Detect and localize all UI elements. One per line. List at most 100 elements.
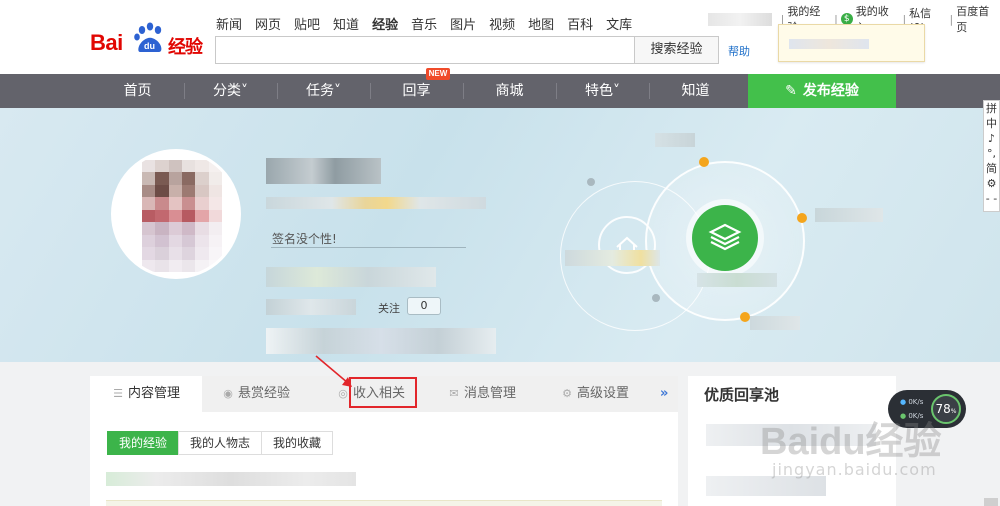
download-speed: ● 0K/s xyxy=(900,412,924,420)
nav-home[interactable]: 首页 xyxy=(91,74,184,108)
separator: | xyxy=(949,12,954,26)
topnav-jingyan[interactable]: 经验 xyxy=(372,14,398,33)
ime-simplified-icon[interactable]: 简 xyxy=(984,161,999,176)
quality-pool-panel: 优质回享池 xyxy=(688,376,896,506)
publish-label: 发布经验 xyxy=(802,83,859,99)
nav-mall[interactable]: 商城 xyxy=(463,74,556,108)
tab-content-management[interactable]: ☰ 内容管理 xyxy=(90,376,202,412)
baidu-home-link[interactable]: 百度首页 xyxy=(956,3,1000,35)
orbit-dot xyxy=(587,178,595,186)
content-area: ☰ 内容管理 ◉ 悬赏经验 ◎ 收入相关 ✉ 消息管理 ⚙ 高级设置 » 我的经验 我的人 xyxy=(0,362,1000,506)
baidu-jingyan-logo[interactable]: Bai du 经验 xyxy=(90,22,205,62)
scrollbar-handle[interactable] xyxy=(984,498,998,506)
pool-item-blurred xyxy=(706,476,826,496)
quality-pool-title: 优质回享池 xyxy=(704,386,780,404)
publish-experience-button[interactable]: ✎ 发布经验 xyxy=(748,74,896,108)
topnav-wenku[interactable]: 文库 xyxy=(606,14,632,33)
avatar-pixelated xyxy=(142,160,222,272)
blurred-content xyxy=(789,39,869,49)
tab-label: 高级设置 xyxy=(577,386,630,401)
signature-text[interactable]: 签名没个性! xyxy=(272,230,337,247)
orbit-dot xyxy=(740,312,750,322)
stat-blurred xyxy=(750,316,800,330)
signature-underline xyxy=(271,247,466,248)
tab-reward-experience[interactable]: ◉ 悬赏经验 xyxy=(222,376,290,412)
nav-features[interactable]: 特色˅ xyxy=(556,74,649,108)
tab-advanced-settings[interactable]: ⚙ 高级设置 xyxy=(561,376,629,412)
follow-count[interactable]: 0 xyxy=(407,297,441,315)
annotation-arrow-icon xyxy=(315,355,352,387)
search-input[interactable] xyxy=(215,36,635,64)
search-button[interactable]: 搜索经验 xyxy=(634,36,719,64)
annotation-highlight-box xyxy=(349,377,417,408)
topnav-map[interactable]: 地图 xyxy=(528,14,554,33)
topnav-baike[interactable]: 百科 xyxy=(567,14,593,33)
speed-percent-unit: % xyxy=(950,408,957,415)
stat-blurred xyxy=(815,208,883,222)
list-icon: ☰ xyxy=(113,387,123,400)
follow-label: 关注 xyxy=(378,302,400,315)
help-link[interactable]: 帮助 xyxy=(728,43,750,59)
coin-icon: ◉ xyxy=(223,387,233,400)
new-badge: NEW xyxy=(426,68,450,80)
list-item-blurred xyxy=(106,472,356,486)
upload-speed: ● 0K/s xyxy=(900,398,924,406)
download-speed-value: 0K/s xyxy=(908,412,924,420)
tabs-more-arrow-icon[interactable]: » xyxy=(660,386,668,401)
stats-blurred xyxy=(266,299,356,315)
pen-icon: ✎ xyxy=(785,83,797,99)
ime-punct-icon[interactable]: °, xyxy=(984,146,999,161)
username-blurred xyxy=(266,158,381,184)
stat-blurred xyxy=(565,250,660,266)
orbit-dot xyxy=(797,213,807,223)
logo-text-jingyan: 经验 xyxy=(168,37,203,58)
topnav-zhidao[interactable]: 知道 xyxy=(333,14,359,33)
list-row xyxy=(106,500,662,506)
top-nav: 新闻 网页 贴吧 知道 经验 音乐 图片 视频 地图 百科 文库 xyxy=(216,14,645,33)
gear-icon: ⚙ xyxy=(562,387,572,400)
topnav-music[interactable]: 音乐 xyxy=(411,14,437,33)
speed-percent-value: 78 xyxy=(935,402,951,416)
stat-blurred xyxy=(655,133,695,147)
ime-toolbar[interactable]: 拼 中 ♪ °, 简 ⚙ - - xyxy=(983,100,1000,212)
layers-icon xyxy=(708,223,742,251)
subtab-my-experience[interactable]: 我的经验 xyxy=(107,431,180,455)
orbit-dot xyxy=(699,157,709,167)
stats-blurred xyxy=(266,267,436,287)
ime-pinyin-icon[interactable]: 拼 xyxy=(984,101,999,116)
subtab-my-profiles[interactable]: 我的人物志 xyxy=(178,431,263,455)
tab-label: 内容管理 xyxy=(128,386,181,401)
ime-more-icon[interactable]: - - xyxy=(984,191,999,206)
topnav-web[interactable]: 网页 xyxy=(255,14,281,33)
page: Bai du 经验 新闻 网页 贴吧 知道 经验 音乐 图片 视频 地图 百科 … xyxy=(0,0,1000,506)
subtab-bar: 我的经验 我的人物志 我的收藏 xyxy=(107,431,334,455)
pool-item-blurred xyxy=(706,424,876,446)
tab-label: 消息管理 xyxy=(464,386,517,401)
network-speed-widget[interactable]: ● 0K/s ● 0K/s 78% xyxy=(888,390,966,428)
tab-message-management[interactable]: ✉ 消息管理 xyxy=(448,376,516,412)
logo-paw-text: du xyxy=(144,41,155,51)
profile-banner: 签名没个性! 关注 0 xyxy=(0,108,1000,362)
ime-moon-icon[interactable]: ♪ xyxy=(984,131,999,146)
baidu-paw-icon: du xyxy=(134,22,162,52)
subtab-my-favorites[interactable]: 我的收藏 xyxy=(261,431,334,455)
ime-chinese-icon[interactable]: 中 xyxy=(984,116,999,131)
badges-blurred xyxy=(266,328,496,354)
experience-hub[interactable] xyxy=(692,205,758,271)
topnav-news[interactable]: 新闻 xyxy=(216,14,242,33)
stat-blurred xyxy=(697,273,777,287)
nav-zhidao[interactable]: 知道 xyxy=(649,74,742,108)
topnav-tieba[interactable]: 贴吧 xyxy=(294,14,320,33)
upload-speed-value: 0K/s xyxy=(908,398,924,406)
topnav-images[interactable]: 图片 xyxy=(450,14,476,33)
nav-category[interactable]: 分类˅ xyxy=(184,74,277,108)
speed-percent: 78% xyxy=(931,394,961,424)
nav-tasks[interactable]: 任务˅ xyxy=(277,74,370,108)
ime-gear-icon[interactable]: ⚙ xyxy=(984,176,999,191)
user-dropdown-tooltip xyxy=(778,24,925,62)
user-level-blurred xyxy=(266,197,486,209)
topnav-video[interactable]: 视频 xyxy=(489,14,515,33)
header: Bai du 经验 新闻 网页 贴吧 知道 经验 音乐 图片 视频 地图 百科 … xyxy=(0,0,1000,74)
user-avatar[interactable] xyxy=(111,149,241,279)
username-blurred[interactable] xyxy=(708,12,772,26)
